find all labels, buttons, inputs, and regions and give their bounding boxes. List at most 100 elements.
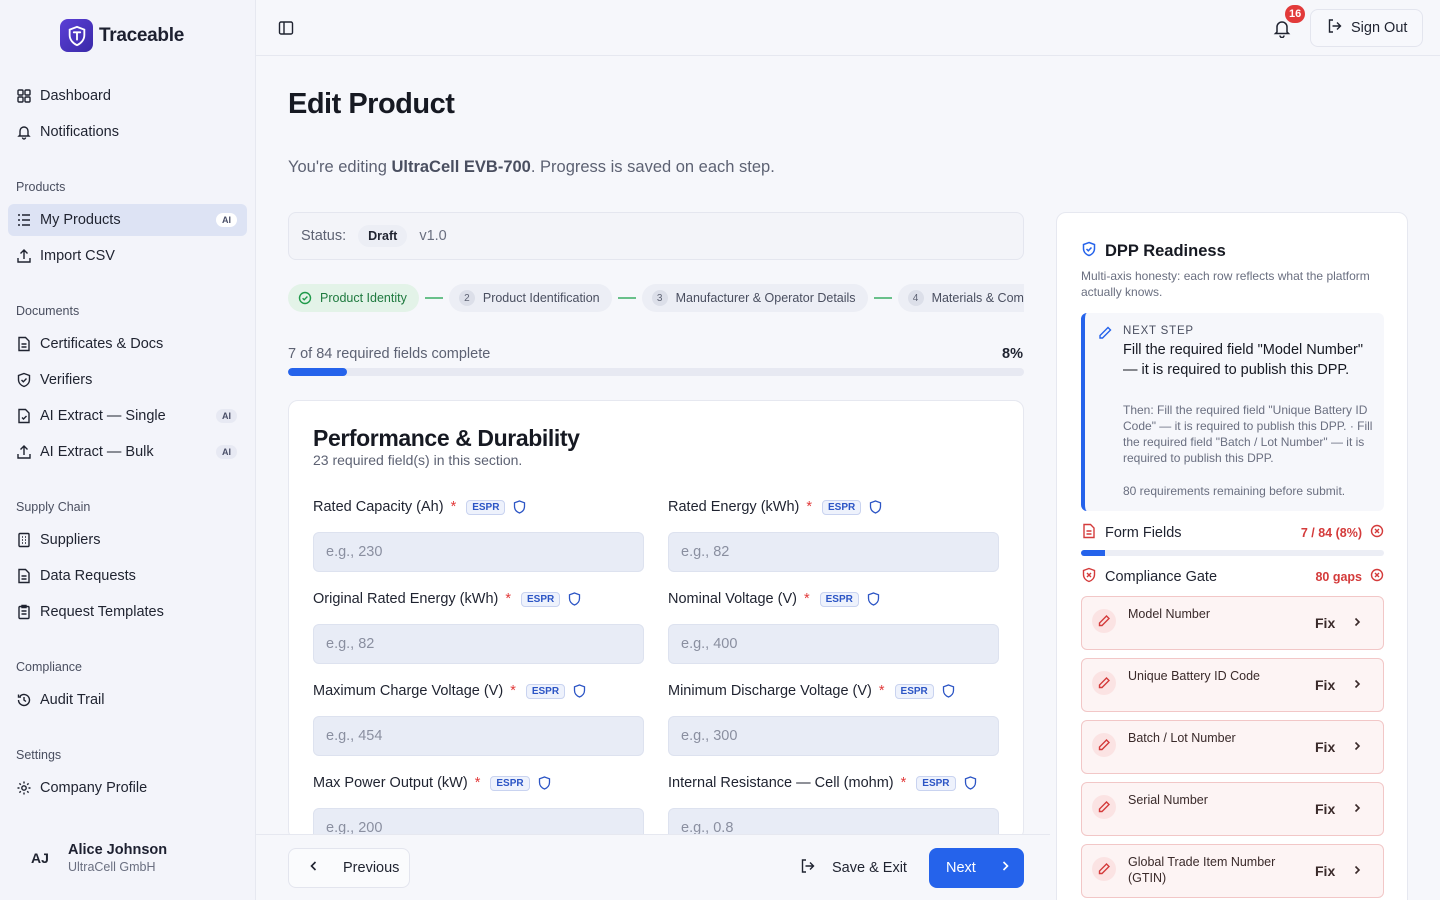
step-product-identity[interactable]: Product Identity [288,284,419,312]
compliance-gate-label: Compliance Gate [1105,569,1218,585]
section-label-settings: Settings [16,748,62,762]
nav-ai-extract-bulk[interactable]: AI Extract — Bulk AI [8,436,247,468]
progress-bar-fill [288,368,347,376]
check-circle-icon [298,291,312,305]
nav-suppliers[interactable]: Suppliers [8,524,247,556]
compliance-gap-item[interactable]: Serial Number Fix [1081,782,1384,836]
form-fields-label: Form Fields [1105,525,1182,541]
nav-label: Dashboard [40,88,111,104]
field-input[interactable]: e.g., 82 [313,624,644,664]
required-marker: * [510,683,516,699]
ai-badge: AI [216,213,237,227]
shield-icon[interactable] [942,684,955,698]
field-input[interactable]: e.g., 454 [313,716,644,756]
compliance-gap-item[interactable]: Model Number Fix [1081,596,1384,650]
nav-request-templates[interactable]: Request Templates [8,596,247,628]
readiness-description: Multi-axis honesty: each row reflects wh… [1081,269,1370,299]
subtitle-suffix: . Progress is saved on each step. [530,158,775,176]
previous-label: Previous [343,860,400,876]
app-name: Traceable [99,24,184,46]
nav-verifiers[interactable]: Verifiers [8,364,247,396]
field-label-row: Rated Capacity (Ah) * ESPR [313,497,644,517]
shield-icon[interactable] [964,776,977,790]
gap-name: Batch / Lot Number [1128,731,1236,745]
upload-icon [16,444,32,460]
nav-audit-trail[interactable]: Audit Trail [8,684,247,716]
step-manufacturer-operator[interactable]: 3 Manufacturer & Operator Details [641,284,868,312]
next-button[interactable]: Next [929,848,1024,888]
nav-my-products[interactable]: My Products AI [8,204,247,236]
product-name: UltraCell EVB-700 [391,158,531,176]
shield-icon[interactable] [869,500,882,514]
field-label-row: Rated Energy (kWh) * ESPR [668,497,999,517]
shield-icon[interactable] [867,592,880,606]
form-field: Rated Capacity (Ah) * ESPR e.g., 230 [313,497,644,572]
form-fields-row: Form Fields 7 / 84 (8%) [1081,523,1384,543]
compliance-gap-item[interactable]: Unique Battery ID Code Fix [1081,658,1384,712]
grid-icon [16,88,32,104]
chevron-right-icon [1351,801,1363,817]
ai-badge: AI [216,445,237,459]
sidebar-toggle-icon[interactable] [278,20,294,36]
app-logo[interactable]: Traceable [60,19,184,52]
step-materials[interactable]: 4 Materials & Composition [897,284,1024,312]
field-input[interactable]: e.g., 400 [668,624,999,664]
fix-button[interactable]: Fix [1315,863,1363,879]
field-label-row: Nominal Voltage (V) * ESPR [668,589,999,609]
field-input[interactable]: e.g., 230 [313,532,644,572]
nav-company-profile[interactable]: Company Profile [8,772,247,804]
nav-ai-extract-single[interactable]: AI Extract — Single AI [8,400,247,432]
form-field: Rated Energy (kWh) * ESPR e.g., 82 [668,497,999,572]
user-profile[interactable]: AJ Alice Johnson UltraCell GmbH [24,838,167,878]
nav-data-requests[interactable]: Data Requests [8,560,247,592]
form-field: Internal Resistance — Cell (mohm) * ESPR e.… [668,773,999,839]
sign-out-button[interactable]: Sign Out [1310,9,1423,47]
fix-button[interactable]: Fix [1315,615,1363,631]
shield-icon[interactable] [573,684,586,698]
step-product-identification[interactable]: 2 Product Identification [448,284,612,312]
form-fields-progress-fill [1081,550,1106,556]
field-input[interactable]: e.g., 300 [668,716,999,756]
compliance-gap-item[interactable]: Batch / Lot Number Fix [1081,720,1384,774]
gap-name: Model Number [1128,607,1210,621]
sidebar: Traceable Dashboard Notifications Produc… [0,0,256,900]
section-label-compliance: Compliance [16,660,83,674]
fix-button[interactable]: Fix [1315,677,1363,693]
compliance-gap-item[interactable]: Global Trade Item Number (GTIN) Fix [1081,844,1384,898]
field-placeholder: e.g., 82 [681,544,730,560]
nav-certificates-docs[interactable]: Certificates & Docs [8,328,247,360]
field-placeholder: e.g., 400 [681,636,738,652]
section-label-supply-chain: Supply Chain [16,500,91,514]
x-circle-icon [1370,524,1384,542]
step-connector [617,297,636,299]
clipboard-icon [16,604,32,620]
shield-icon[interactable] [568,592,581,606]
bell-icon [16,124,32,140]
gap-name: Global Trade Item Number (GTIN) [1128,855,1276,885]
shield-icon[interactable] [513,500,526,514]
fix-label: Fix [1315,801,1336,817]
field-input[interactable]: e.g., 82 [668,532,999,572]
fix-button[interactable]: Fix [1315,801,1363,817]
progress-bar [288,368,1024,376]
next-step-card: NEXT STEP Fill the required field "Model… [1081,313,1384,511]
document-icon [16,568,32,584]
save-exit-button[interactable]: Save & Exit [800,848,907,888]
nav-import-csv[interactable]: Import CSV [8,240,247,272]
dpp-readiness-panel: DPP Readiness Multi-axis honesty: each r… [1056,212,1408,900]
fix-button[interactable]: Fix [1315,739,1363,755]
form-field: Minimum Discharge Voltage (V) * ESPR e.g., … [668,681,999,756]
fix-label: Fix [1315,615,1336,631]
list-icon [16,212,32,228]
pencil-icon [1092,609,1116,633]
nav-dashboard[interactable]: Dashboard [8,80,247,112]
previous-button[interactable]: Previous [288,848,410,888]
field-label: Internal Resistance — Cell (mohm) [668,775,894,791]
shield-icon[interactable] [538,776,551,790]
upload-icon [16,248,32,264]
nav-notifications[interactable]: Notifications [8,116,247,148]
subtitle-prefix: You're editing [288,158,392,176]
compliance-gate-value: 80 gaps [1315,570,1362,584]
step-connector [424,297,443,299]
readiness-title: DPP Readiness [1081,241,1226,262]
